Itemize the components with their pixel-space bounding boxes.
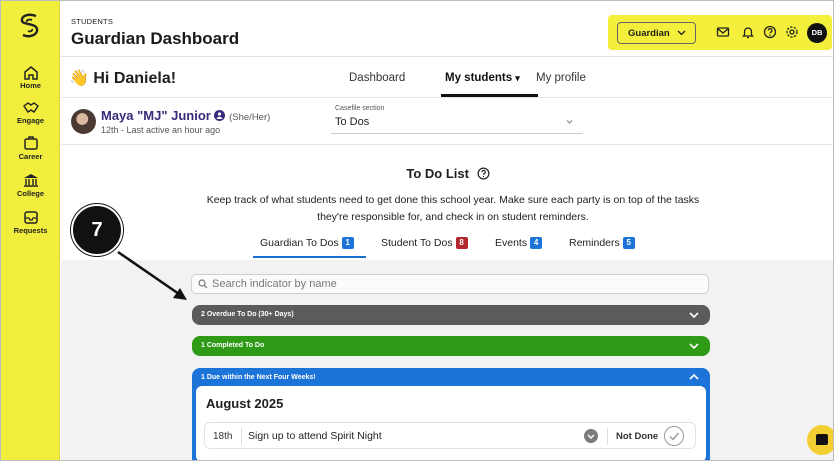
search-icon: [198, 279, 208, 289]
greeting-row: 👋 Hi Daniela! Dashboard My students ▾ My…: [61, 58, 833, 98]
header-utility-bar: Guardian DB: [608, 15, 832, 50]
student-subtitle: 12th - Last active an hour ago: [101, 125, 221, 135]
tab-dashboard[interactable]: Dashboard: [349, 72, 405, 84]
expand-task-button[interactable]: [584, 429, 598, 443]
greeting-text: Hi Daniela!: [93, 70, 177, 87]
month-heading: August 2025: [206, 396, 284, 411]
sidebar-item-label: Home: [20, 81, 41, 90]
task-status: Not Done: [616, 431, 659, 442]
chat-launcher-button[interactable]: [807, 425, 833, 455]
group-completed-toggle[interactable]: 1 Completed To Do: [192, 336, 710, 356]
task-title[interactable]: Sign up to attend Spirit Night: [248, 430, 382, 442]
tab-label: Student To Dos: [381, 237, 453, 249]
chevron-down-icon: [566, 120, 573, 124]
tab-label: Guardian To Dos: [260, 237, 339, 249]
todo-title-text: To Do List: [406, 166, 469, 181]
tab-my-students[interactable]: My students ▾: [445, 72, 520, 84]
tab-my-profile[interactable]: My profile: [536, 72, 586, 84]
engage-icon: [22, 102, 39, 113]
search-input[interactable]: Search indicator by name: [191, 274, 709, 294]
sidebar-item-label: Career: [18, 152, 43, 161]
chevron-down-icon: [587, 434, 595, 440]
page-title: Guardian Dashboard: [71, 29, 240, 48]
sidebar-item-label: Engage: [16, 116, 45, 125]
student-avatar: [71, 109, 96, 134]
gear-icon[interactable]: [785, 25, 799, 39]
tab-label: My students: [445, 72, 513, 84]
role-select-button[interactable]: Guardian: [617, 22, 696, 44]
sidebar-item-college[interactable]: College: [1, 172, 60, 198]
info-icon[interactable]: [214, 110, 226, 121]
count-badge: 5: [622, 237, 635, 249]
mail-icon[interactable]: [716, 25, 730, 39]
todo-title: To Do List: [61, 166, 833, 181]
help-icon[interactable]: [763, 25, 777, 39]
tab-label: Reminders: [569, 237, 620, 249]
divider: [607, 428, 608, 445]
home-icon: [23, 66, 38, 80]
group-due-soon: 1 Due within the Next Four Weeks! August…: [192, 368, 710, 460]
casefile-value: To Dos: [335, 116, 370, 128]
sidebar-item-label: Requests: [13, 226, 48, 235]
student-row: Maya "MJ" Junior (She/Her) 12th - Last a…: [61, 99, 833, 145]
greeting: 👋 Hi Daniela!: [69, 68, 176, 88]
count-badge: 1: [341, 237, 354, 249]
casefile-label: Casefile section: [335, 105, 385, 112]
chevron-down-icon: [689, 343, 699, 350]
count-badge: 4: [530, 237, 543, 249]
sidebar-item-requests[interactable]: Requests: [1, 210, 60, 235]
app-window: Home Engage Career College Requests STUD…: [0, 0, 834, 461]
count-badge: 8: [455, 237, 468, 249]
tab-events[interactable]: Events 4: [495, 237, 543, 249]
month-card: August 2025 18th Sign up to attend Spiri…: [196, 386, 706, 460]
check-icon: [669, 432, 680, 441]
sidebar-item-home[interactable]: Home: [1, 65, 60, 90]
user-avatar[interactable]: DB: [807, 23, 827, 43]
tab-label: Events: [495, 237, 528, 249]
casefile-select[interactable]: To Dos: [331, 112, 583, 134]
tab-guardian-todos[interactable]: Guardian To Dos 1: [260, 237, 354, 249]
tab-reminders[interactable]: Reminders 5: [569, 237, 635, 249]
chevron-up-icon[interactable]: [688, 371, 700, 383]
bell-icon[interactable]: [741, 25, 755, 39]
active-tab-indicator: [253, 256, 366, 258]
active-tab-indicator: [441, 94, 538, 97]
group-label: 1 Completed To Do: [201, 342, 265, 349]
wave-icon: 👋: [69, 70, 89, 87]
sidebar-item-career[interactable]: Career: [1, 135, 60, 161]
brand-logo-icon[interactable]: [18, 13, 42, 39]
college-icon: [23, 174, 38, 187]
group-label[interactable]: 1 Due within the Next Four Weeks!: [201, 374, 316, 381]
group-overdue-toggle[interactable]: 2 Overdue To Do (30+ Days): [192, 305, 710, 325]
group-label: 2 Overdue To Do (30+ Days): [201, 311, 294, 318]
chevron-down-icon: [677, 30, 686, 36]
top-header: STUDENTS Guardian Dashboard Guardian DB: [61, 1, 833, 57]
task-row: 18th Sign up to attend Spirit Night Not …: [204, 422, 696, 449]
mark-done-button[interactable]: [664, 426, 684, 446]
divider: [241, 428, 242, 445]
student-pronouns: (She/Her): [229, 112, 271, 123]
briefcase-icon: [23, 136, 38, 150]
role-select-label: Guardian: [628, 28, 670, 39]
student-name[interactable]: Maya "MJ" Junior (She/Her): [101, 108, 270, 123]
chevron-down-icon: [689, 312, 699, 319]
todo-description: Keep track of what students need to get …: [206, 194, 700, 223]
requests-icon: [23, 211, 38, 224]
step-number-callout: 7: [71, 204, 123, 256]
header-eyebrow: STUDENTS: [71, 17, 114, 26]
sidebar: Home Engage Career College Requests: [1, 1, 60, 460]
help-icon[interactable]: [477, 167, 490, 180]
chat-icon: [816, 434, 828, 445]
sidebar-item-engage[interactable]: Engage: [1, 101, 60, 125]
search-placeholder: Search indicator by name: [212, 278, 337, 290]
sidebar-item-label: College: [16, 189, 45, 198]
task-day: 18th: [213, 431, 233, 442]
student-name-text: Maya "MJ" Junior: [101, 108, 211, 123]
caret-down-icon: ▾: [515, 73, 520, 83]
tab-student-todos[interactable]: Student To Dos 8: [381, 237, 468, 249]
todo-tabs: Guardian To Dos 1 Student To Dos 8 Events 4…: [61, 237, 833, 259]
